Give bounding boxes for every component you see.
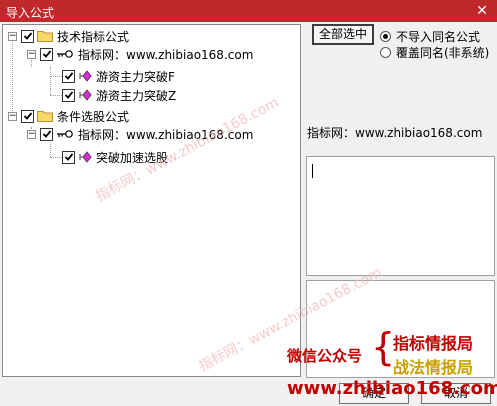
tree-node-label: 游资主力突破Z	[96, 88, 177, 103]
formula-gem-icon	[79, 89, 92, 101]
collapse-icon[interactable]: −	[27, 129, 36, 139]
tree-node-formula[interactable]: 游资主力突破Z	[62, 86, 176, 104]
tree-connector	[50, 76, 62, 77]
radio-label: 覆盖同名(非系统)	[396, 46, 490, 60]
close-icon[interactable]: ✕	[467, 0, 497, 22]
tree-connector	[12, 37, 13, 115]
promo-line-indicators: 指标情报局	[393, 334, 474, 353]
title-bar: 导入公式 ✕	[0, 0, 497, 22]
checkbox[interactable]	[21, 109, 34, 123]
radio-label: 不导入同名公式	[396, 30, 481, 44]
radio-dot[interactable]	[380, 31, 391, 42]
tree-node-group-screening[interactable]: − 条件选股公式	[8, 107, 129, 125]
radio-dot[interactable]	[380, 47, 391, 58]
checkbox[interactable]	[21, 29, 34, 43]
checkbox[interactable]	[40, 127, 53, 141]
tree-node-group-indicators[interactable]: − 技术指标公式	[8, 27, 129, 45]
tree-node-label: 指标网：www.zhibiao168.com	[78, 47, 254, 62]
tree-node-label: 条件选股公式	[57, 109, 130, 124]
checkbox[interactable]	[62, 88, 75, 102]
tree-connector	[50, 67, 51, 95]
window-title: 导入公式	[6, 6, 55, 20]
tree-connector	[50, 157, 62, 158]
text-caret	[312, 164, 313, 178]
promo-line-strategies: 战法情报局	[393, 358, 474, 377]
checkbox[interactable]	[62, 150, 75, 164]
key-icon	[57, 50, 73, 58]
source-info-label: 指标网：www.zhibiao168.com	[307, 126, 483, 140]
promo-wechat-label: 微信公众号	[287, 347, 363, 365]
collapse-icon[interactable]: −	[8, 31, 17, 41]
key-icon	[57, 130, 73, 138]
select-all-button[interactable]: 全部选中	[312, 24, 374, 45]
formula-gem-icon	[79, 70, 92, 82]
tree-node-source[interactable]: − 指标网：www.zhibiao168.com	[27, 45, 253, 63]
collapse-icon[interactable]: −	[8, 111, 17, 121]
folder-icon	[37, 111, 53, 122]
formula-gem-icon	[79, 151, 92, 163]
checkbox[interactable]	[62, 69, 75, 83]
radio-skip-duplicates[interactable]: 不导入同名公式	[380, 28, 480, 45]
tree-node-label: 游资主力突破F	[96, 69, 175, 84]
promo-url: www.zhibiao168.com	[287, 378, 497, 399]
collapse-icon[interactable]: −	[27, 49, 36, 59]
tree-node-formula[interactable]: 游资主力突破F	[62, 67, 175, 85]
promo-brace: {	[371, 325, 396, 369]
tree-connector	[50, 95, 62, 96]
tree-node-label: 技术指标公式	[57, 29, 130, 44]
radio-overwrite-duplicates[interactable]: 覆盖同名(非系统)	[380, 44, 489, 61]
description-textarea[interactable]	[306, 156, 495, 276]
folder-icon	[37, 31, 53, 42]
checkbox[interactable]	[40, 47, 53, 61]
